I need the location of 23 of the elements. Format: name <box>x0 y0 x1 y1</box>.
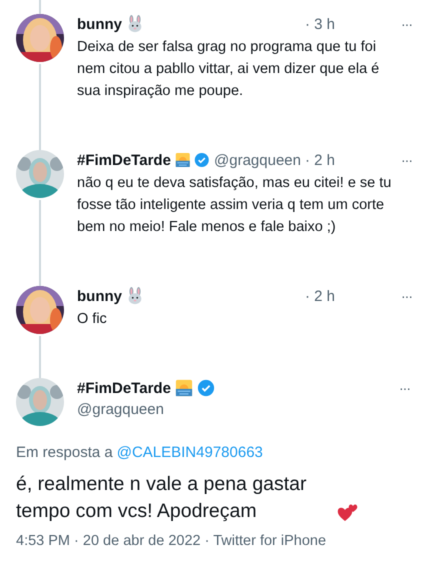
sunrise-icon <box>174 379 193 397</box>
tweet-metadata: 4:53 PM · 20 de abr de 2022 · Twitter for iPhone <box>16 533 326 549</box>
more-button[interactable]: ··· <box>397 150 416 170</box>
more-button[interactable]: ··· <box>395 378 414 398</box>
tweet-text: Deixa de ser falsa grag no programa que tu foi nem citou a pabllo vittar, ai vem dizer que ela é sua inspiração me poupe. <box>77 38 380 101</box>
user-name[interactable]: bunny <box>77 16 122 32</box>
user-name[interactable]: #FimDeTarde <box>77 380 171 396</box>
reply-to-label: Em resposta a <box>16 444 113 461</box>
more-button[interactable]: ··· <box>397 286 416 306</box>
rabbit-icon <box>126 287 144 305</box>
timestamp[interactable]: · 3 h <box>304 16 335 32</box>
user-name[interactable]: bunny <box>77 288 122 304</box>
tweet-text: não q eu te deva satisfação, mas eu citei! e se tu fosse tão inteligente assim veria q tem um corte bem no meio! Fale menos e fale baixo ;) <box>77 174 392 237</box>
more-button[interactable]: ··· <box>397 14 416 34</box>
sunrise-icon <box>174 151 190 169</box>
timestamp[interactable]: · 2 h <box>304 288 335 304</box>
timestamp[interactable]: · 2 h <box>304 152 335 168</box>
user-handle[interactable]: @gragqueen <box>77 401 395 418</box>
tweet-text: O fic <box>77 310 108 329</box>
user-handle[interactable]: @gragqueen <box>214 152 301 168</box>
user-name[interactable]: #FimDeTarde <box>77 152 171 168</box>
rabbit-icon <box>126 15 144 33</box>
tweet-text: é, realmente n vale a pena gastar tempo com vcs! Apodreçam <box>16 472 308 524</box>
